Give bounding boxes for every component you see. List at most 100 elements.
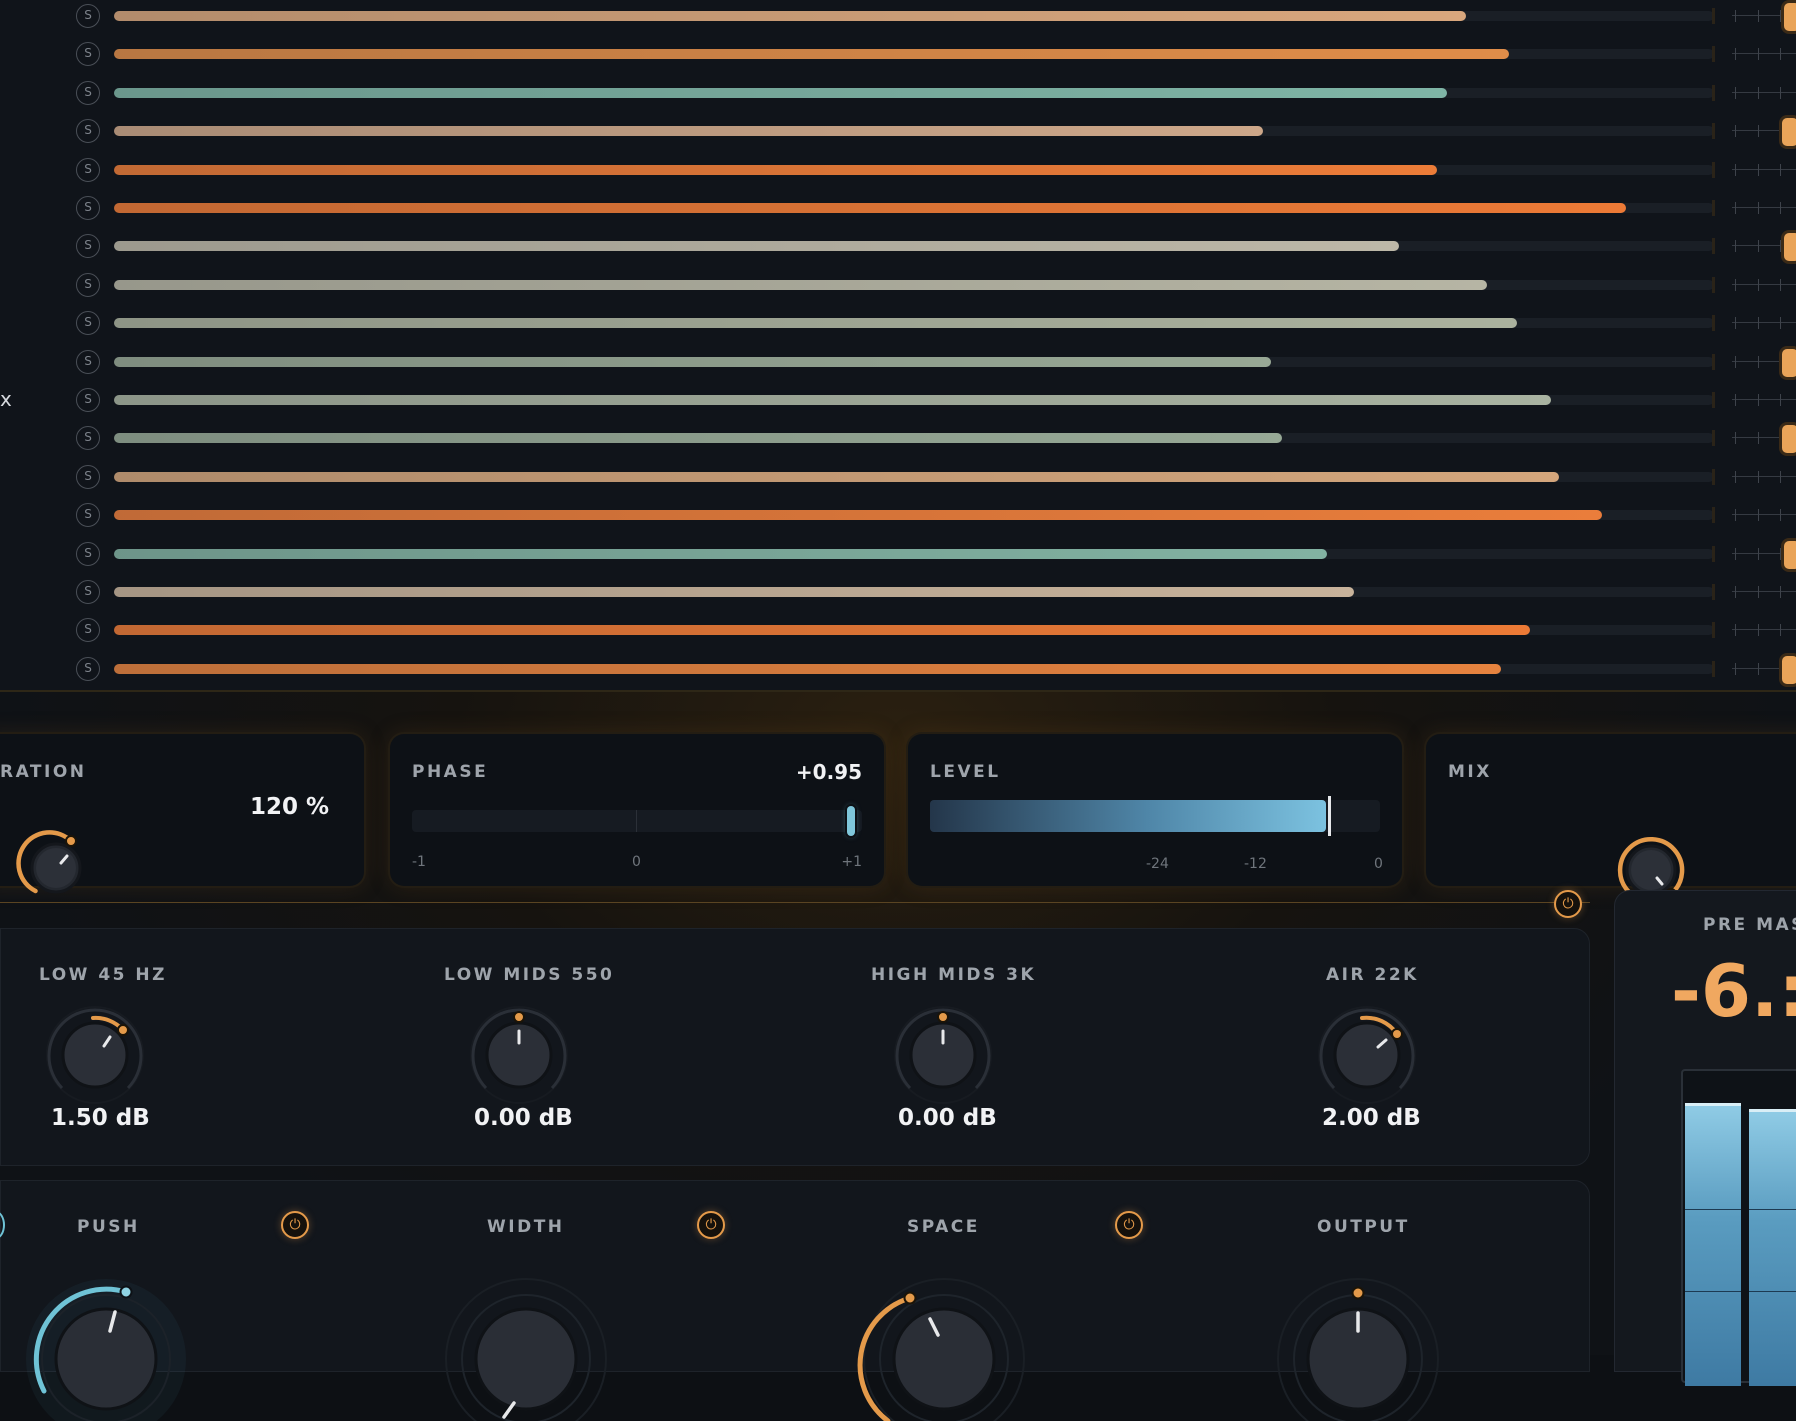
output-label: OUTPUT bbox=[1317, 1217, 1410, 1237]
fader-rail bbox=[1732, 399, 1796, 400]
track-level-bar bbox=[114, 587, 1354, 597]
eq-air-knob[interactable] bbox=[1317, 1005, 1417, 1105]
fader-handle[interactable] bbox=[1784, 540, 1796, 569]
pre-master-meter: PRE MAS -6.: bbox=[1614, 890, 1796, 1386]
solo-button[interactable]: S bbox=[76, 272, 100, 297]
pre-master-readout: -6.: bbox=[1671, 949, 1796, 1033]
solo-button[interactable]: S bbox=[76, 234, 100, 259]
phase-card: PHASE +0.95 -1 0 +1 bbox=[390, 734, 884, 886]
track-level-bar bbox=[114, 356, 1271, 367]
output-knob[interactable] bbox=[1253, 1241, 1463, 1421]
track-level-bar bbox=[114, 203, 1626, 213]
solo-button[interactable]: S bbox=[76, 656, 100, 681]
saturation-card: RATION 120 % bbox=[0, 734, 364, 894]
fader-rail bbox=[1732, 475, 1796, 477]
eq-low-label: LOW 45 HZ bbox=[39, 965, 167, 985]
fader-rail bbox=[1732, 207, 1796, 208]
fader-tick bbox=[1735, 547, 1736, 560]
fader-tick bbox=[1780, 394, 1781, 406]
fader-handle[interactable] bbox=[1784, 3, 1796, 31]
track-row: S bbox=[0, 574, 1796, 612]
fader-tick bbox=[1780, 278, 1781, 291]
fader-handle[interactable] bbox=[1782, 655, 1796, 684]
eq-low-knob[interactable] bbox=[45, 1005, 145, 1105]
solo-button[interactable]: S bbox=[76, 503, 100, 528]
eq-highmid-label: HIGH MIDS 3K bbox=[871, 965, 1037, 985]
track-level-bar bbox=[114, 318, 1518, 329]
solo-button[interactable]: S bbox=[76, 580, 100, 604]
fader-tick bbox=[1780, 125, 1781, 138]
push-label: PUSH bbox=[77, 1217, 140, 1237]
track-row: S bbox=[0, 420, 1796, 458]
lane-end-mark bbox=[1712, 660, 1715, 677]
eq-power-button[interactable]: ⏻ bbox=[1554, 890, 1582, 918]
track-row: S bbox=[0, 113, 1796, 151]
solo-button[interactable]: S bbox=[76, 196, 100, 220]
eq-lowmid-knob[interactable] bbox=[469, 1005, 569, 1105]
track-level-bar bbox=[114, 126, 1263, 137]
fader-tick bbox=[1735, 432, 1736, 445]
phase-value: +0.95 bbox=[795, 760, 862, 784]
lane-end-mark bbox=[1712, 123, 1715, 140]
solo-button[interactable]: S bbox=[76, 541, 100, 566]
solo-button[interactable]: S bbox=[76, 80, 100, 105]
fader-handle[interactable] bbox=[1784, 233, 1796, 262]
width-label: WIDTH bbox=[487, 1217, 565, 1237]
fader-tick bbox=[1735, 470, 1736, 483]
fader-handle[interactable] bbox=[1782, 118, 1796, 147]
level-tick-0: 0 bbox=[1374, 856, 1383, 872]
phase-label: PHASE bbox=[412, 762, 489, 782]
fader-tick bbox=[1758, 125, 1759, 138]
phase-slider-track[interactable] bbox=[412, 810, 862, 832]
fader-tick bbox=[1758, 547, 1759, 560]
fader-tick bbox=[1758, 10, 1759, 22]
fader-handle[interactable] bbox=[1782, 348, 1796, 377]
dynamics-section: PUSH WIDTH SPACE OUTPUT ⏻ ⏻ ⏻ bbox=[0, 1180, 1590, 1421]
fader-handle[interactable] bbox=[1782, 425, 1796, 454]
phase-scale-min: -1 bbox=[412, 854, 426, 870]
track-row: S bbox=[0, 651, 1796, 689]
solo-button[interactable]: S bbox=[76, 311, 100, 336]
fader-tick bbox=[1735, 509, 1736, 522]
meter-channel-gap bbox=[1741, 1071, 1749, 1381]
space-power-button[interactable]: ⏻ bbox=[1115, 1211, 1143, 1239]
mix-card: MIX bbox=[1426, 734, 1796, 900]
fader-tick bbox=[1735, 624, 1736, 637]
track-row: S bbox=[0, 75, 1796, 113]
fader-tick bbox=[1758, 586, 1759, 598]
fader-tick bbox=[1735, 86, 1736, 99]
eq-highmid-knob[interactable] bbox=[893, 1005, 993, 1105]
solo-button[interactable]: S bbox=[76, 157, 100, 182]
solo-button[interactable]: S bbox=[76, 426, 100, 451]
width-power-button[interactable]: ⏻ bbox=[697, 1211, 725, 1239]
push-power-button[interactable]: ⏻ bbox=[281, 1211, 309, 1239]
fader-tick bbox=[1780, 355, 1781, 368]
solo-button[interactable]: S bbox=[76, 119, 100, 144]
phase-scale-mid: 0 bbox=[632, 854, 641, 870]
push-link-indicator[interactable] bbox=[0, 1211, 5, 1239]
track-row: S bbox=[0, 267, 1796, 305]
lane-end-mark bbox=[1712, 315, 1715, 332]
track-level-bar bbox=[114, 663, 1502, 674]
solo-button[interactable]: S bbox=[76, 464, 100, 489]
solo-button[interactable]: S bbox=[76, 4, 100, 28]
fader-rail bbox=[1732, 322, 1796, 324]
phase-slider-handle[interactable] bbox=[846, 806, 855, 836]
solo-button[interactable]: S bbox=[76, 42, 100, 67]
solo-button[interactable]: S bbox=[76, 618, 100, 643]
track-row: S bbox=[0, 36, 1796, 74]
width-knob[interactable] bbox=[421, 1241, 631, 1421]
solo-button[interactable]: S bbox=[76, 388, 100, 412]
fader-tick bbox=[1735, 662, 1736, 675]
section-divider bbox=[0, 902, 1590, 903]
track-row: S bbox=[0, 344, 1796, 382]
track-level-bar bbox=[114, 433, 1282, 444]
fader-tick bbox=[1735, 10, 1736, 22]
saturation-knob[interactable] bbox=[16, 828, 96, 908]
meter-bar-left bbox=[1685, 1103, 1741, 1386]
push-knob[interactable] bbox=[1, 1241, 211, 1421]
space-knob[interactable] bbox=[839, 1241, 1049, 1421]
fader-tick bbox=[1780, 509, 1781, 522]
solo-button[interactable]: S bbox=[76, 349, 100, 374]
track-row: S bbox=[0, 536, 1796, 574]
